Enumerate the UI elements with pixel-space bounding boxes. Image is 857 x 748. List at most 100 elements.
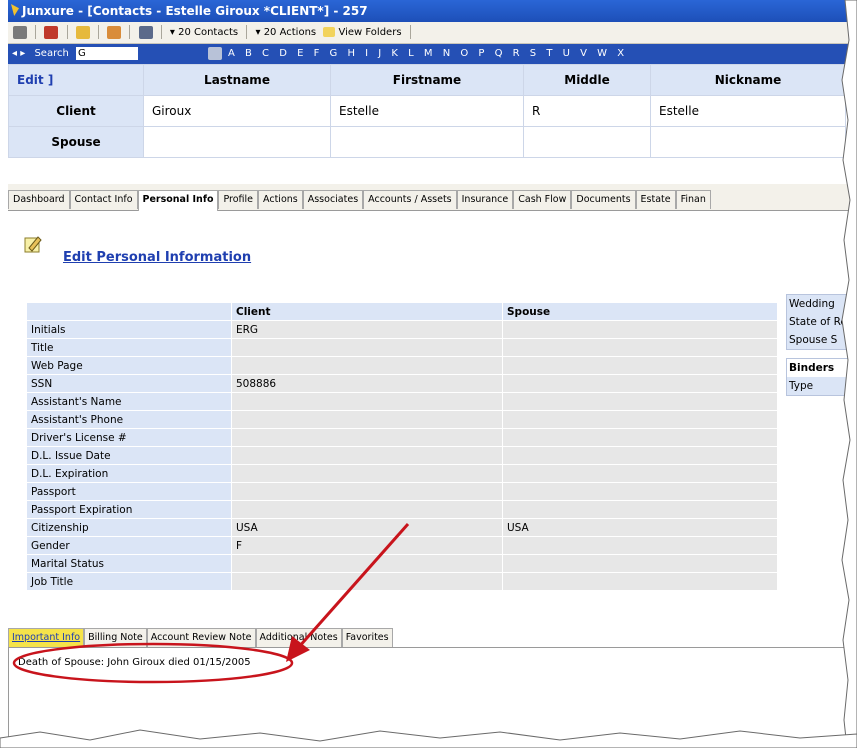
folder-icon [323,27,336,37]
client-value: ERG [231,320,503,339]
toolbar-divider [409,25,411,39]
client-column-header: Client [231,302,503,321]
personal-info-row: Passport [26,482,778,501]
personal-info-row: Title [26,338,778,357]
window-title: Junxure - [Contacts - Estelle Giroux *CL… [22,4,368,18]
toolbar-divider [35,25,37,39]
personal-info-row: Web Page [26,356,778,375]
client-value [231,410,503,429]
spouse-lastname [143,126,331,158]
client-value [231,482,503,501]
personal-info-row: Passport Expiration [26,500,778,519]
spouse-value [502,392,778,411]
tab-cash-flow[interactable]: Cash Flow [513,190,572,209]
actions-dropdown[interactable]: ▾ 20 Actions [255,27,316,38]
lastname-header: Lastname [143,64,331,96]
spouse-value [502,572,778,591]
field-label: Assistant's Phone [26,410,232,429]
spouse-value [502,338,778,357]
client-value: 508886 [231,374,503,393]
people-icon[interactable] [107,25,122,39]
app-icon [11,4,19,16]
field-label: Gender [26,536,232,555]
tab-estate[interactable]: Estate [635,190,676,209]
spouse-column-header: Spouse [502,302,778,321]
client-lastname: Giroux [143,95,331,127]
annotation-arrow [286,523,410,662]
field-label: D.L. Expiration [26,464,232,483]
edit-personal-information-link[interactable]: Edit Personal Information [63,250,251,265]
spouse-row-label: Spouse [8,126,144,158]
tab-documents[interactable]: Documents [571,190,636,209]
spouse-value [502,536,778,555]
client-row-label: Client [8,95,144,127]
field-label: Passport Expiration [26,500,232,519]
client-value [231,338,503,357]
field-label: Driver's License # [26,428,232,447]
tab-contact-info[interactable]: Contact Info [69,190,138,209]
contact-card-icon[interactable] [208,47,222,60]
back-arrow-icon[interactable]: ◂ [12,44,17,64]
view-folders-button[interactable]: View Folders [339,27,402,38]
tab-profile[interactable]: Profile [218,190,259,209]
spouse-value [502,410,778,429]
binoculars-icon[interactable] [138,25,153,39]
spouse-value [502,500,778,519]
field-label: Passport [26,482,232,501]
personal-info-row: D.L. Expiration [26,464,778,483]
toolbar: ▾ 20 Contacts ▾ 20 Actions View Folders [8,22,857,44]
spouse-value [502,356,778,375]
client-value [231,446,503,465]
title-bar: Junxure - [Contacts - Estelle Giroux *CL… [8,0,857,22]
print-icon[interactable] [13,25,27,39]
search-bar: ◂ ▸ Search G A B C D E F G H I J K L M N… [8,44,857,64]
spouse-value [502,464,778,483]
tab-accounts-assets[interactable]: Accounts / Assets [363,190,457,209]
contact-name-grid: Edit ] Lastname Firstname Middle Nicknam… [8,64,846,158]
spouse-value [502,428,778,447]
client-value [231,500,503,519]
client-nickname: Estelle [650,95,846,127]
client-value [231,392,503,411]
tools-icon[interactable] [44,25,59,39]
alphabet-index[interactable]: A B C D E F G H I J K L M N O P Q R S T … [228,44,625,64]
contacts-dropdown[interactable]: ▾ 20 Contacts [170,27,238,38]
spouse-value [502,446,778,465]
spouse-middle [523,126,651,158]
field-label: D.L. Issue Date [26,446,232,465]
tab-dashboard[interactable]: Dashboard [8,190,70,209]
client-value [231,464,503,483]
search-input[interactable]: G [75,46,138,60]
tab-associates[interactable]: Associates [302,190,364,209]
forward-arrow-icon[interactable]: ▸ [20,48,25,59]
field-label: Job Title [26,572,232,591]
tab-finance[interactable]: Finan [675,190,711,209]
tab-insurance[interactable]: Insurance [456,190,514,209]
annotation-ellipse [12,642,294,684]
edit-pencil-icon[interactable] [23,234,43,254]
client-firstname: Estelle [330,95,524,127]
torn-edge-right [841,0,857,748]
spouse-value [502,374,778,393]
header-spacer [26,302,232,321]
field-label: Title [26,338,232,357]
contacts-label: 20 Contacts [178,27,239,38]
home-icon[interactable] [75,25,90,39]
tab-actions[interactable]: Actions [258,190,303,209]
spouse-value [502,320,778,339]
tab-personal-info[interactable]: Personal Info [137,190,219,211]
personal-info-row: Assistant's Phone [26,410,778,429]
spouse-value: USA [502,518,778,537]
edit-link[interactable]: Edit ] [8,64,144,96]
field-label: Marital Status [26,554,232,573]
app-window: Junxure - [Contacts - Estelle Giroux *CL… [8,0,857,748]
spouse-value [502,554,778,573]
field-label: Web Page [26,356,232,375]
field-label: Initials [26,320,232,339]
client-middle: R [523,95,651,127]
personal-info-row: Assistant's Name [26,392,778,411]
nickname-header: Nickname [650,64,846,96]
toolbar-divider [66,25,68,39]
personal-info-row: D.L. Issue Date [26,446,778,465]
spouse-value [502,482,778,501]
